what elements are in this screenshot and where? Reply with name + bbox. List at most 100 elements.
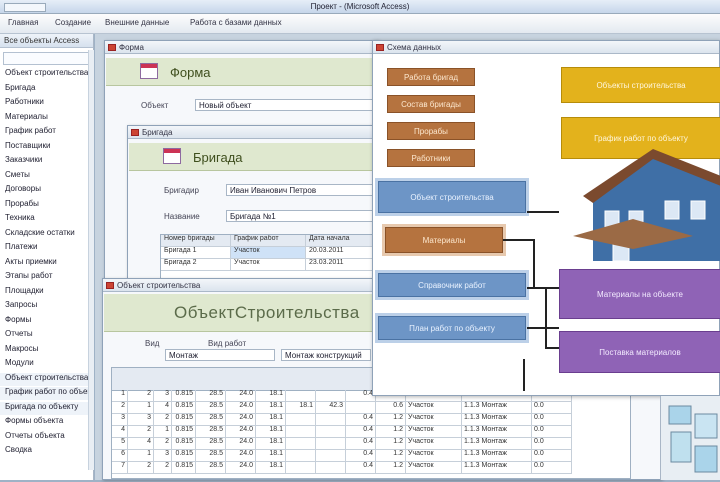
nav-item[interactable]: Техника — [0, 213, 93, 226]
datasheet-cell[interactable]: 4 — [112, 426, 128, 438]
datasheet-cell[interactable]: 24.0 — [226, 390, 256, 402]
datasheet-cell[interactable]: 1 — [128, 402, 154, 414]
nav-item[interactable]: Акты приемки — [0, 257, 93, 270]
datasheet-cell[interactable]: 0.815 — [172, 390, 196, 402]
nav-item[interactable]: Сметы — [0, 170, 93, 183]
datasheet-cell[interactable]: 0.815 — [172, 438, 196, 450]
datasheet-cell[interactable] — [286, 414, 316, 426]
brigade-window[interactable]: Бригада Бригада Бригадир Иван Иванович П… — [127, 125, 379, 285]
nav-item[interactable]: Договоры — [0, 184, 93, 197]
datasheet-cell[interactable]: 1.1.3 Монтаж — [462, 426, 532, 438]
datasheet-cell[interactable] — [316, 462, 346, 474]
diagram-box-purple[interactable]: Материалы на объекте — [559, 269, 720, 319]
diagram-window[interactable]: Схема данных Работа бригад Состав бригад… — [372, 40, 720, 396]
datasheet-cell[interactable]: Участок — [406, 414, 462, 426]
datasheet-cell[interactable]: 0.4 — [346, 450, 376, 462]
nav-item[interactable]: Работники — [0, 97, 93, 110]
datasheet-cell[interactable] — [346, 402, 376, 414]
datasheet-cell[interactable]: 28.5 — [196, 462, 226, 474]
nav-item[interactable]: График работ — [0, 126, 93, 139]
brigade-cell[interactable]: Участок — [231, 247, 306, 259]
nav-item[interactable]: Бригада по объекту — [0, 401, 93, 415]
datasheet-cell[interactable] — [286, 426, 316, 438]
datasheet-cell[interactable]: 18.1 — [256, 462, 286, 474]
diagram-box-brown[interactable]: Прорабы — [387, 122, 475, 140]
datasheet-cell[interactable] — [316, 450, 346, 462]
datasheet-cell[interactable]: 0.815 — [172, 426, 196, 438]
datasheet-cell[interactable]: 2 — [112, 402, 128, 414]
datasheet-cell[interactable]: 28.5 — [196, 390, 226, 402]
nav-item[interactable]: Прорабы — [0, 199, 93, 212]
ribbon-tab-external[interactable]: Внешние данные — [105, 18, 169, 27]
datasheet-cell[interactable]: 0.6 — [376, 402, 406, 414]
datasheet-cell[interactable]: 24.0 — [226, 402, 256, 414]
datasheet-cell[interactable]: 2 — [128, 462, 154, 474]
datasheet-cell[interactable]: 18.1 — [286, 402, 316, 414]
datasheet-cell[interactable]: 3 — [128, 414, 154, 426]
brigade-cell[interactable]: 20.03.2011 — [306, 247, 378, 259]
nav-item[interactable]: Этапы работ — [0, 271, 93, 284]
datasheet-cell[interactable]: 1.2 — [376, 438, 406, 450]
datasheet-cell[interactable]: 1.2 — [376, 462, 406, 474]
nav-item[interactable]: Сводка — [0, 445, 93, 458]
datasheet-cell[interactable]: 24.0 — [226, 462, 256, 474]
nav-item[interactable]: Формы — [0, 315, 93, 328]
diagram-box-blue[interactable]: План работ по объекту — [378, 316, 526, 340]
datasheet-cell[interactable] — [316, 438, 346, 450]
datasheet-cell[interactable]: 1.2 — [376, 450, 406, 462]
object-worktype-field[interactable]: Монтаж конструкций — [281, 349, 371, 361]
datasheet-cell[interactable]: 2 — [154, 438, 172, 450]
brigade-col-header[interactable]: График работ — [231, 235, 306, 247]
diagram-box-purple[interactable]: Поставка материалов — [559, 331, 720, 373]
datasheet-cell[interactable]: 1.2 — [376, 414, 406, 426]
nav-item[interactable]: Объект строительства — [0, 68, 93, 81]
datasheet-cell[interactable]: 4 — [128, 438, 154, 450]
nav-item[interactable]: Поставщики — [0, 141, 93, 154]
nav-item[interactable]: График работ по объекту — [0, 387, 93, 400]
datasheet-cell[interactable]: 0.4 — [346, 426, 376, 438]
datasheet-cell[interactable]: 18.1 — [256, 390, 286, 402]
nav-search-input[interactable] — [3, 52, 91, 65]
datasheet-cell[interactable]: 0.4 — [346, 462, 376, 474]
datasheet-cell[interactable] — [286, 450, 316, 462]
datasheet-cell[interactable]: 18.1 — [256, 414, 286, 426]
datasheet-cell[interactable] — [316, 390, 346, 402]
datasheet-cell[interactable]: 1.1.3 Монтаж — [462, 402, 532, 414]
datasheet-cell[interactable]: 28.5 — [196, 414, 226, 426]
brigade-col-header[interactable]: Дата начала — [306, 235, 378, 247]
datasheet-cell[interactable]: 1.1.3 Монтаж — [462, 438, 532, 450]
nav-item[interactable]: Объект строительства — [0, 372, 93, 386]
brigade-name-field[interactable]: Бригада №1 — [226, 210, 376, 222]
diagram-box-yellow[interactable]: Объекты строительства — [561, 67, 720, 103]
datasheet-cell[interactable]: 28.5 — [196, 450, 226, 462]
ribbon-tab-create[interactable]: Создание — [55, 18, 91, 27]
datasheet-cell[interactable]: 0.815 — [172, 450, 196, 462]
datasheet-cell[interactable]: 24.0 — [226, 450, 256, 462]
datasheet-cell[interactable]: 1.1.3 Монтаж — [462, 450, 532, 462]
datasheet-cell[interactable]: 1 — [112, 390, 128, 402]
diagram-box-brown[interactable]: Работники — [387, 149, 475, 167]
datasheet-cell[interactable] — [286, 462, 316, 474]
datasheet-cell[interactable]: 0.0 — [532, 462, 572, 474]
nav-item[interactable]: Макросы — [0, 344, 93, 357]
datasheet-cell[interactable]: Участок — [406, 462, 462, 474]
datasheet-cell[interactable]: Участок — [406, 426, 462, 438]
datasheet-cell[interactable] — [316, 414, 346, 426]
datasheet-cell[interactable] — [286, 390, 316, 402]
brigade-cell[interactable]: Бригада 1 — [161, 247, 231, 259]
datasheet-cell[interactable] — [316, 426, 346, 438]
datasheet-cell[interactable]: 0.4 — [346, 438, 376, 450]
nav-item[interactable]: Площадки — [0, 286, 93, 299]
datasheet-cell[interactable]: 0.0 — [532, 450, 572, 462]
datasheet-cell[interactable]: 42.3 — [316, 402, 346, 414]
datasheet-cell[interactable]: 28.5 — [196, 438, 226, 450]
datasheet-cell[interactable]: 2 — [154, 414, 172, 426]
datasheet-cell[interactable]: 0.815 — [172, 462, 196, 474]
brigade-cell[interactable]: Участок — [231, 259, 306, 271]
brigade-cell[interactable]: 23.03.2011 — [306, 259, 378, 271]
datasheet-cell[interactable]: 5 — [112, 438, 128, 450]
datasheet-cell[interactable]: 3 — [154, 390, 172, 402]
nav-pane-header[interactable]: Все объекты Access — [0, 34, 93, 48]
ribbon-tab-home[interactable]: Главная — [8, 18, 38, 27]
datasheet-cell[interactable]: 0.815 — [172, 402, 196, 414]
